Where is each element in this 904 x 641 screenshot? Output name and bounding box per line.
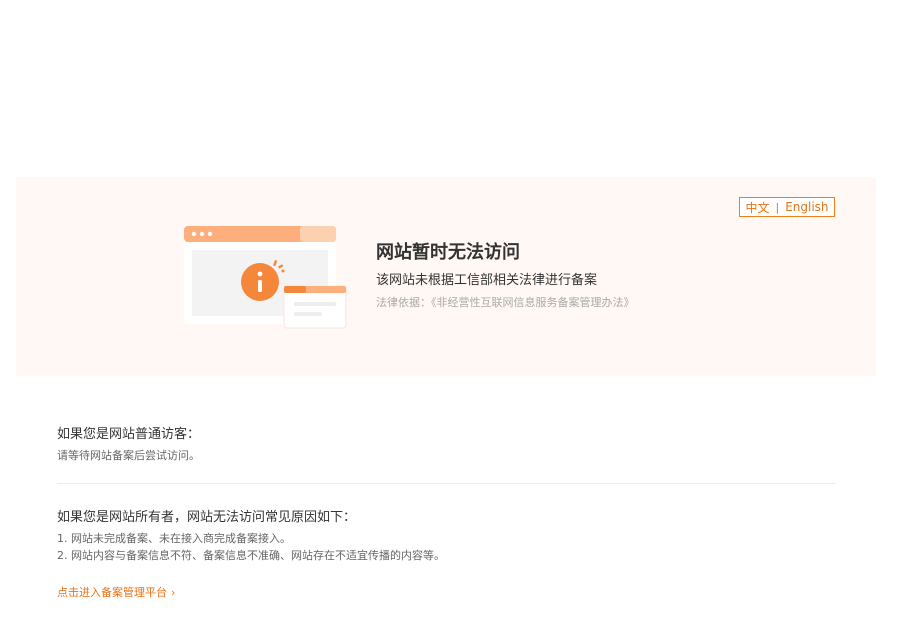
owner-reason-item: 1. 网站未完成备案、未在接入商完成备案接入。: [57, 532, 291, 545]
language-switch[interactable]: 中文 | English: [739, 197, 835, 217]
section-divider: [57, 483, 836, 484]
browser-window-info-icon: [184, 226, 347, 329]
filing-platform-link[interactable]: 点击进入备案管理平台 ›: [57, 584, 175, 600]
owner-section-title: 如果您是网站所有者，网站无法访问常见原因如下：: [57, 510, 357, 525]
page-title: 网站暂时无法访问: [376, 242, 520, 263]
visitor-section-title: 如果您是网站普通访客：: [57, 427, 201, 442]
lang-separator: |: [775, 200, 780, 214]
chevron-right-icon: ›: [171, 586, 176, 599]
lang-zh-link[interactable]: 中文: [745, 199, 769, 216]
law-reference: 法律依据：《非经营性互联网信息服务备案管理办法》: [376, 296, 635, 309]
filing-platform-link-label: 点击进入备案管理平台: [57, 586, 167, 599]
lang-en-link[interactable]: English: [785, 200, 828, 214]
notice-subtitle: 该网站未根据工信部相关法律进行备案: [376, 273, 598, 288]
visitor-section-text: 请等待网站备案后尝试访问。: [57, 449, 200, 462]
owner-reason-item: 2. 网站内容与备案信息不符、备案信息不准确、网站存在不适宜传播的内容等。: [57, 549, 445, 562]
